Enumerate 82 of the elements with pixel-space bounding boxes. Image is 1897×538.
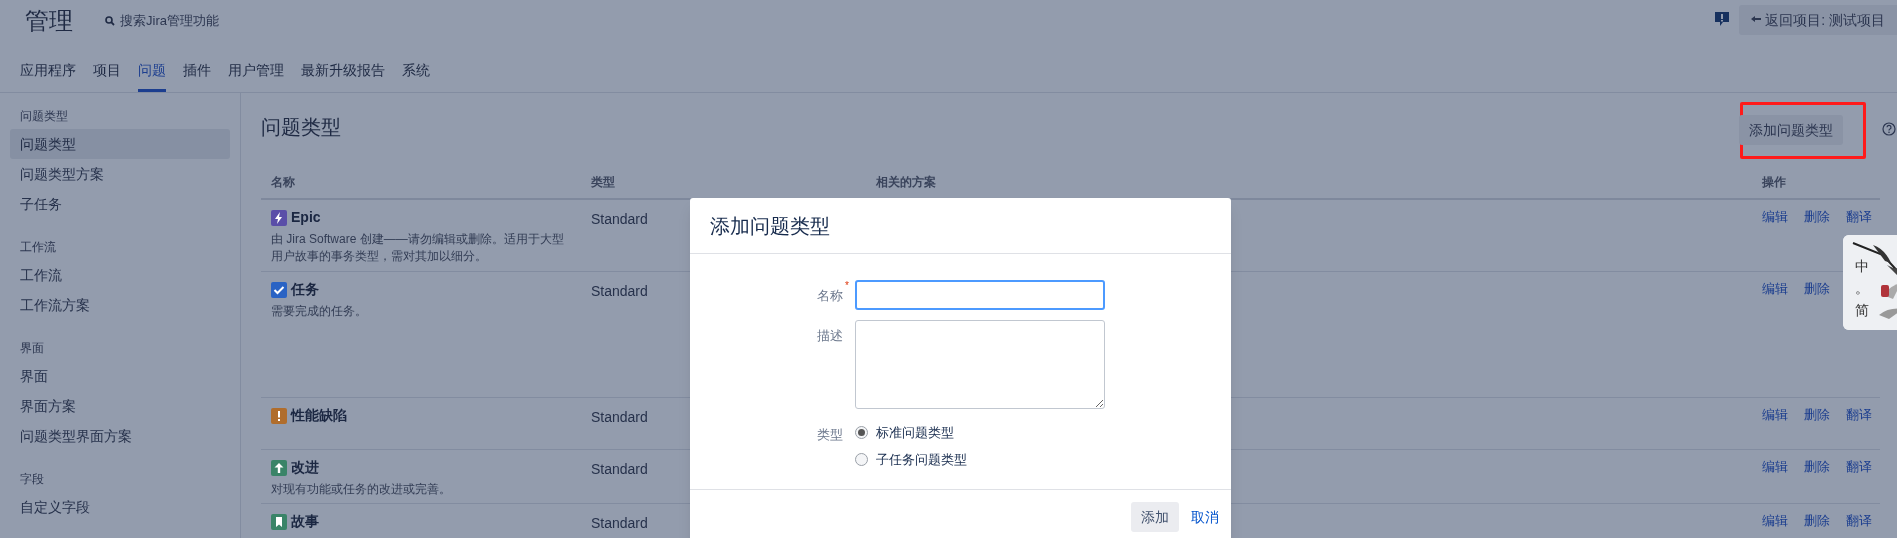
issue-type-description: 对现有功能或任务的改进或完善。 [271, 481, 452, 498]
nav-tab[interactable]: 系统 [402, 60, 430, 92]
table-cell: Standard [591, 515, 648, 531]
ime-badge[interactable]: 中 。 简 [1843, 235, 1897, 330]
action-link[interactable]: 翻译 [1846, 457, 1872, 477]
column-header: 名称 [271, 175, 295, 189]
action-link[interactable]: 编辑 [1762, 279, 1788, 299]
search-icon [105, 16, 115, 26]
nav-tab[interactable]: 最新升级报告 [301, 60, 385, 92]
issue-type-name: 性能缺陷 [291, 406, 347, 425]
nav-tab[interactable]: 问题 [138, 60, 166, 92]
sidebar-heading: 字段 [19, 471, 45, 488]
action-link[interactable]: 翻译 [1846, 207, 1872, 227]
radio-button[interactable] [855, 426, 868, 440]
nav-tab[interactable]: 用户管理 [228, 60, 284, 92]
column-header: 操作 [1762, 175, 1786, 189]
action-link[interactable]: 删除 [1804, 405, 1830, 425]
add-button[interactable]: 添加 [1131, 502, 1179, 532]
table-cell: Standard [591, 283, 648, 299]
bookmark-icon [271, 513, 287, 530]
nav-tab[interactable]: 应用程序 [20, 60, 76, 92]
required-mark: * [845, 279, 849, 293]
issue-type-name: 任务 [291, 280, 319, 299]
issue-type-name: 改进 [291, 458, 319, 477]
sidebar-item[interactable]: 问题类型 [10, 129, 230, 159]
action-link[interactable]: 编辑 [1762, 207, 1788, 227]
sidebar-item[interactable]: 工作流 [10, 260, 230, 290]
name-input-field[interactable] [855, 280, 1105, 310]
issue-type-description: 需要完成的任务。 [271, 303, 368, 320]
field-label: 描述 [817, 327, 843, 345]
field-label: 名称 [817, 287, 843, 305]
exclamation-icon [271, 407, 287, 424]
radio-label: 子任务问题类型 [876, 450, 967, 469]
sidebar-item[interactable]: 界面 [10, 361, 230, 391]
sidebar-item[interactable]: 问题类型界面方案 [10, 421, 230, 451]
sidebar-item[interactable]: 自定义字段 [10, 492, 230, 522]
radio-label: 标准问题类型 [876, 424, 954, 442]
ime-character: 中 [1855, 257, 1869, 275]
nav-tab[interactable]: 插件 [183, 60, 211, 92]
action-link[interactable]: 编辑 [1762, 457, 1788, 477]
action-link[interactable]: 编辑 [1762, 405, 1788, 425]
table-cell: Standard [591, 461, 648, 477]
sidebar-item[interactable]: 界面方案 [10, 391, 230, 421]
search-field[interactable]: 搜索Jira管理功能 [105, 10, 260, 32]
table-cell: Standard [591, 211, 648, 227]
sidebar-item[interactable]: 问题类型方案 [10, 159, 230, 189]
column-header: 类型 [591, 175, 615, 189]
nav-tab[interactable]: 项目 [93, 60, 121, 92]
action-link[interactable]: 删除 [1804, 279, 1830, 299]
feedback-icon[interactable] [1714, 11, 1731, 27]
field-label: 类型 [817, 426, 843, 444]
cancel-link[interactable]: 取消 [1191, 506, 1219, 528]
action-link[interactable]: 删除 [1804, 511, 1830, 531]
back-arrow-icon [1751, 16, 1762, 24]
up-arrow-icon [271, 459, 287, 476]
ime-character: 。 [1855, 279, 1869, 297]
ime-character: 简 [1855, 301, 1869, 319]
radio-button[interactable] [855, 452, 868, 466]
issue-type-name: 故事 [291, 512, 319, 531]
action-link[interactable]: 翻译 [1846, 511, 1872, 531]
action-link[interactable]: 删除 [1804, 207, 1830, 227]
sidebar-item[interactable]: 工作流方案 [10, 290, 230, 320]
sidebar-heading: 界面 [19, 340, 45, 357]
description-input-field[interactable] [855, 320, 1105, 409]
dialog-title: 添加问题类型 [710, 213, 830, 239]
back-button[interactable]: 返回项目: 测试项目 [1739, 5, 1897, 35]
column-header: 相关的方案 [876, 175, 936, 189]
sidebar-heading: 问题类型 [19, 108, 69, 125]
issue-type-description: 由 Jira Software 创建——请勿编辑或删除。适用于大型用户故事的事务类型，需对其加以细分。 [271, 231, 565, 265]
action-link[interactable]: 删除 [1804, 457, 1830, 477]
action-link[interactable]: 编辑 [1762, 511, 1788, 531]
table-cell: Standard [591, 409, 648, 425]
add-issue-type-button[interactable]: 添加问题类型 [1739, 115, 1843, 145]
action-link[interactable]: 翻译 [1846, 405, 1872, 425]
help-icon[interactable] [1882, 122, 1896, 136]
lightning-icon [271, 209, 287, 226]
page-title: 管理 [25, 6, 73, 36]
page-heading: 问题类型 [261, 114, 341, 140]
checkbox-icon [271, 281, 287, 298]
issue-type-name: Epic [291, 208, 321, 227]
sidebar-item[interactable]: 子任务 [10, 189, 230, 219]
sidebar-heading: 工作流 [19, 239, 57, 256]
